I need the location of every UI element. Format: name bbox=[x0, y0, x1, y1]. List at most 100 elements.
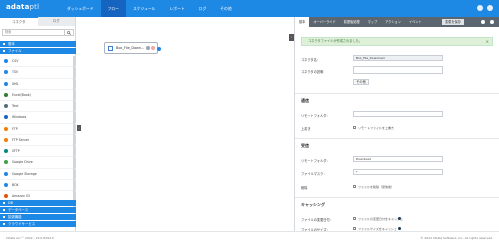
top-nav: ダッシュボード フロー スケジュール レポート ログ その他 bbox=[60, 0, 239, 17]
tab-log[interactable]: ログ bbox=[38, 17, 76, 26]
gear-icon[interactable] bbox=[481, 20, 485, 24]
palette-item[interactable]: BOX bbox=[0, 180, 76, 191]
delete-checkbox[interactable] bbox=[353, 185, 356, 188]
connector-icon bbox=[4, 137, 8, 142]
category-extension[interactable]: 拡張機能 bbox=[0, 214, 76, 220]
palette-tabs: コネクタ ログ bbox=[0, 17, 75, 26]
connector-icon bbox=[4, 160, 8, 165]
recv-folder-label: リモートフォルダ： bbox=[301, 159, 330, 163]
connector-palette: コネクタ ログ 検索 基本 ファイル CSV TSV XML Excel(Boo… bbox=[0, 17, 76, 231]
recv-folder-field[interactable]: Download bbox=[353, 156, 443, 162]
cache-date-checkbox[interactable] bbox=[353, 217, 356, 220]
search-input[interactable]: 検索 bbox=[2, 29, 65, 36]
desc-label: コネクタの説明： bbox=[301, 70, 327, 74]
properties-tabs: 基本 オーバーライド 前提後処理 マップ アクション イベント bbox=[295, 17, 499, 27]
category-cloud[interactable]: クラウドサービス bbox=[0, 221, 76, 227]
connector-icon bbox=[4, 59, 8, 64]
palette-item[interactable]: TSV bbox=[0, 67, 76, 79]
tab-pre-post[interactable]: 前提後処理 bbox=[340, 17, 364, 27]
top-bar: adataptl ダッシュボード フロー スケジュール レポート ログ その他 bbox=[0, 0, 499, 17]
connector-icon bbox=[4, 171, 8, 176]
close-icon[interactable]: × bbox=[486, 38, 489, 45]
search-button[interactable] bbox=[65, 29, 74, 36]
nav-dashboard[interactable]: ダッシュボード bbox=[60, 0, 101, 17]
tab-override[interactable]: オーバーライド bbox=[309, 17, 339, 27]
description-field[interactable] bbox=[353, 66, 443, 74]
delete-checkbox-label: ファイルを削除（受信後） bbox=[358, 185, 395, 189]
cache-date-label: ファイルの変更日付： bbox=[301, 218, 333, 222]
divider bbox=[295, 93, 499, 94]
palette-item[interactable]: Google Storage bbox=[0, 169, 76, 180]
category-database[interactable]: データベース bbox=[0, 207, 76, 213]
section-caching: キャッシング bbox=[301, 202, 325, 207]
tab-map[interactable]: マップ bbox=[364, 17, 382, 27]
palette-item[interactable]: Google Drive bbox=[0, 157, 76, 169]
category-basic[interactable]: 基本 bbox=[0, 41, 76, 47]
top-right-icons bbox=[477, 5, 493, 11]
box-icon bbox=[108, 46, 113, 51]
more-button[interactable]: その他 bbox=[353, 79, 369, 85]
palette-item[interactable]: FTP bbox=[0, 124, 76, 135]
divider bbox=[295, 138, 499, 139]
help-icon[interactable] bbox=[477, 5, 483, 11]
overwrite-checkbox[interactable] bbox=[353, 126, 356, 129]
palette-scrollbar[interactable] bbox=[73, 56, 75, 208]
footer-version: CData Arc™ 2022 - 22.0.8294.0 bbox=[6, 236, 54, 240]
user-icon[interactable] bbox=[487, 5, 493, 11]
connector-icon bbox=[4, 81, 8, 86]
footer: CData Arc™ 2022 - 22.0.8294.0 © 2022 CDa… bbox=[0, 231, 499, 242]
remote-folder-field[interactable] bbox=[353, 111, 443, 117]
connector-icon bbox=[4, 70, 8, 75]
alert-text: コネクタファイルが作成されました。 bbox=[308, 39, 363, 43]
save-button[interactable]: 変更を保存 bbox=[442, 19, 464, 25]
output-port[interactable] bbox=[157, 47, 161, 51]
tab-settings[interactable]: 基本 bbox=[295, 17, 310, 27]
search-icon bbox=[67, 30, 71, 35]
palette-items: CSV TSV XML Excel(Book) Text Windows FTP… bbox=[0, 56, 76, 203]
palette-item[interactable]: Excel(Book) bbox=[0, 90, 76, 101]
category-file[interactable]: ファイル bbox=[0, 48, 76, 54]
nav-log[interactable]: ログ bbox=[192, 0, 214, 17]
help-icon[interactable] bbox=[398, 227, 401, 230]
palette-item[interactable]: Windows bbox=[0, 112, 76, 124]
more-icon[interactable] bbox=[490, 20, 494, 24]
help-icon[interactable] bbox=[398, 217, 401, 220]
connector-icon bbox=[4, 92, 8, 97]
success-alert: コネクタファイルが作成されました。 × bbox=[301, 37, 493, 46]
overwrite-checkbox-label: リモートファイルを上書き bbox=[358, 126, 395, 130]
palette-item[interactable]: SFTP bbox=[0, 146, 76, 158]
nav-more[interactable]: その他 bbox=[213, 0, 238, 17]
gear-icon[interactable] bbox=[146, 46, 150, 50]
file-mask-field[interactable]: * bbox=[353, 169, 443, 175]
connector-icon bbox=[4, 115, 8, 120]
tab-connectors[interactable]: コネクタ bbox=[0, 17, 38, 26]
folder-label: リモートフォルダ： bbox=[301, 114, 330, 118]
node-label: Box_File_Down... bbox=[116, 46, 145, 50]
tab-events[interactable]: イベント bbox=[405, 17, 426, 27]
category-db[interactable]: DB bbox=[0, 200, 76, 206]
nav-report[interactable]: レポート bbox=[162, 0, 191, 17]
connector-icon bbox=[4, 149, 8, 154]
section-receive: 受信 bbox=[301, 143, 309, 148]
cache-size-checkbox[interactable] bbox=[353, 227, 356, 230]
connector-name-field[interactable]: Box_File_Download bbox=[353, 55, 443, 61]
name-label: コネクタ名： bbox=[301, 58, 320, 62]
collapse-left-button[interactable]: ‹ bbox=[77, 125, 81, 131]
status-badge bbox=[151, 46, 155, 50]
palette-item[interactable]: CSV bbox=[0, 56, 76, 68]
footer-copyright: © 2022 CData Software, Inc. All rights r… bbox=[420, 236, 493, 240]
palette-item[interactable]: FTP Server bbox=[0, 135, 76, 146]
properties-panel: 基本 オーバーライド 前提後処理 マップ アクション イベント 変更を保存 コネ… bbox=[294, 17, 499, 232]
logo-sub: ptl bbox=[29, 3, 40, 11]
nav-schedule[interactable]: スケジュール bbox=[126, 0, 163, 17]
connector-node[interactable]: Box_File_Down... bbox=[104, 42, 161, 54]
palette-item[interactable]: XML bbox=[0, 79, 76, 90]
section-common: 通信 bbox=[301, 98, 309, 103]
logo-main: adata bbox=[6, 3, 30, 11]
tab-action[interactable]: アクション bbox=[381, 17, 405, 27]
app-logo[interactable]: adataptl bbox=[6, 3, 39, 11]
file-mask-label: ファイルマスク： bbox=[301, 172, 327, 176]
palette-item[interactable]: Text bbox=[0, 101, 76, 113]
nav-flow[interactable]: フロー bbox=[100, 0, 126, 17]
connector-icon bbox=[4, 126, 8, 131]
